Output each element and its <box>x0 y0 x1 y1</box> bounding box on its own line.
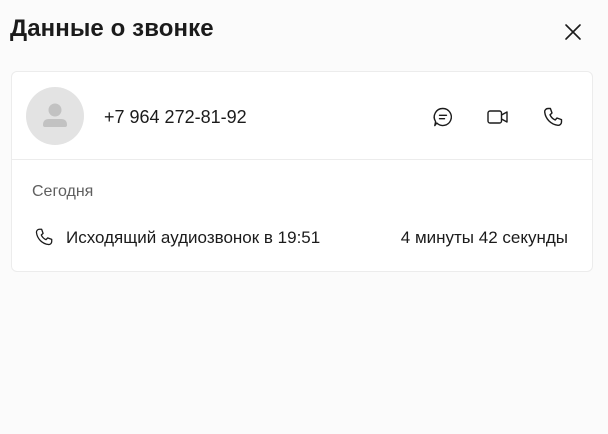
video-call-button[interactable] <box>485 104 511 130</box>
close-icon <box>565 24 581 40</box>
contact-row: +7 964 272-81-92 <box>12 72 592 160</box>
phone-icon <box>543 107 563 127</box>
video-call-icon <box>487 110 508 124</box>
close-button[interactable] <box>562 21 584 43</box>
history-date-label: Сегодня <box>32 183 94 200</box>
dialog-title: Данные о звонке <box>10 15 214 42</box>
audio-call-button[interactable] <box>540 104 566 130</box>
person-placeholder-icon <box>43 103 67 127</box>
chat-button[interactable] <box>430 104 456 130</box>
call-details-dialog: Данные о звонке +7 964 272-81-92 Сегодня… <box>0 0 608 434</box>
call-description: Исходящий аудиозвонок в 19:51 <box>66 228 321 247</box>
call-duration: 4 минуты 42 секунды <box>400 228 568 247</box>
call-details-card: +7 964 272-81-92 Сегодня Исходящий аудио… <box>11 71 593 272</box>
avatar <box>26 87 84 145</box>
phone-icon <box>35 228 53 246</box>
call-history-item: Исходящий аудиозвонок в 19:51 4 минуты 4… <box>12 222 592 252</box>
chat-icon <box>433 107 452 127</box>
contact-phone-number: +7 964 272-81-92 <box>104 107 247 127</box>
dialog-header: Данные о звонке <box>10 14 598 46</box>
